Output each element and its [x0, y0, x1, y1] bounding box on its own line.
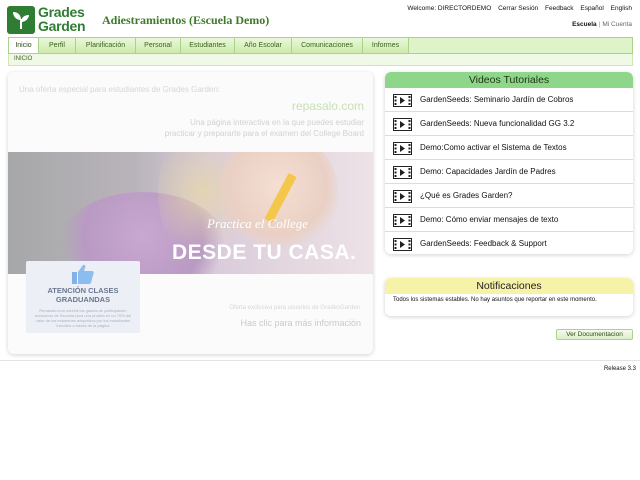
grades-garden-logo[interactable]: Grades Garden: [7, 4, 95, 36]
film-icon: [393, 214, 412, 227]
footer-divider: [0, 360, 640, 361]
promo-description: Una página interactiva en la que puedes …: [164, 118, 364, 138]
badge-text: Repasalo.com cubrirá los gastos de parti…: [34, 308, 132, 328]
logo-wordmark: Grades Garden: [38, 4, 86, 34]
film-icon: [393, 166, 412, 179]
breadcrumb: INICIO: [8, 54, 633, 66]
school-title: Adiestramientos (Escuela Demo): [102, 13, 270, 27]
notifications-panel: Notificaciones Todos los sistemas establ…: [385, 278, 633, 316]
promo-top-area: Una oferta especial para estudiantes de …: [8, 72, 373, 152]
school-link[interactable]: Escuela: [572, 21, 597, 28]
video-label: GardenSeeds: Nueva funcionalidad GG 3.2: [420, 119, 575, 128]
video-item[interactable]: ¿Qué es Grades Garden?: [385, 184, 633, 208]
promo-more-info-link[interactable]: Has clic para más información: [240, 318, 361, 328]
main-nav: Inicio Perfil Planificación Personal Est…: [8, 37, 633, 54]
lang-en-link[interactable]: English: [611, 5, 632, 12]
context-switch: Escuela | Mi Cuenta: [572, 21, 632, 28]
account-link[interactable]: Mi Cuenta: [602, 21, 632, 28]
promo-site-name: repasalo.com: [291, 99, 364, 113]
video-label: Demo: Cómo enviar mensajes de texto: [420, 215, 559, 224]
release-version: Release 3.3: [603, 366, 636, 372]
separator: |: [598, 21, 601, 28]
video-tutorials-panel: Videos Tutoriales GardenSeeds: Seminario…: [385, 72, 633, 254]
video-label: Demo:Como activar el Sistema de Textos: [420, 143, 567, 152]
view-documentation-button[interactable]: Ver Documentacion: [556, 329, 633, 340]
video-item[interactable]: GardenSeeds: Nueva funcionalidad GG 3.2: [385, 112, 633, 136]
video-label: ¿Qué es Grades Garden?: [420, 191, 513, 200]
logo-line-1: Grades: [38, 4, 85, 20]
app-header: Grades Garden Adiestramientos (Escuela D…: [0, 0, 640, 38]
promo-headline: DESDE TU CASA.: [172, 241, 357, 264]
video-item[interactable]: GardenSeeds: Feedback & Support: [385, 232, 633, 254]
tab-perfil[interactable]: Perfil: [39, 38, 76, 53]
tab-planificacion[interactable]: Planificación: [76, 38, 136, 53]
top-links: Welcome: DIRECTORDEMO Cerrar Sesión Feed…: [402, 5, 632, 12]
sprout-icon: [7, 6, 35, 34]
video-label: GardenSeeds: Feedback & Support: [420, 239, 547, 248]
film-icon: [393, 118, 412, 131]
video-tutorials-title: Videos Tutoriales: [385, 72, 633, 88]
graduating-class-badge: ATENCIÓN CLASES GRADUANDAS Repasalo.com …: [26, 261, 140, 333]
tab-informes[interactable]: Informes: [363, 38, 409, 53]
video-label: GardenSeeds: Seminario Jardín de Cobros: [420, 95, 574, 104]
film-icon: [393, 190, 412, 203]
tab-inicio[interactable]: Inicio: [9, 38, 39, 53]
film-icon: [393, 142, 412, 155]
video-item[interactable]: Demo:Como activar el Sistema de Textos: [385, 136, 633, 160]
welcome-text: Welcome: DIRECTORDEMO: [407, 5, 492, 12]
feedback-link[interactable]: Feedback: [545, 5, 574, 12]
badge-title: ATENCIÓN CLASES GRADUANDAS: [47, 286, 119, 304]
notifications-title: Notificaciones: [385, 278, 633, 294]
tab-personal[interactable]: Personal: [136, 38, 181, 53]
film-icon: [393, 238, 412, 251]
video-item[interactable]: GardenSeeds: Seminario Jardín de Cobros: [385, 88, 633, 112]
promo-offer-text: Una oferta especial para estudiantes de …: [19, 85, 221, 94]
video-item[interactable]: Demo: Cómo enviar mensajes de texto: [385, 208, 633, 232]
lang-es-link[interactable]: Español: [580, 5, 604, 12]
tab-ano-escolar[interactable]: Año Escolar: [235, 38, 292, 53]
promo-banner[interactable]: Una oferta especial para estudiantes de …: [8, 72, 373, 354]
tab-estudiantes[interactable]: Estudiantes: [181, 38, 235, 53]
video-label: Demo: Capacidades Jardín de Padres: [420, 167, 556, 176]
tab-comunicaciones[interactable]: Comunicaciones: [292, 38, 363, 53]
film-icon: [393, 94, 412, 107]
promo-exclusive-note: Oferta exclusiva para usuarios de Grades…: [229, 305, 360, 311]
notifications-text: Todos los sistemas estables. No hay asun…: [393, 297, 597, 303]
thumbs-up-icon: [72, 264, 94, 284]
video-item[interactable]: Demo: Capacidades Jardín de Padres: [385, 160, 633, 184]
logout-link[interactable]: Cerrar Sesión: [498, 5, 538, 12]
promo-practica-text: Practica el College: [207, 216, 309, 231]
logo-line-2: Garden: [38, 18, 86, 34]
